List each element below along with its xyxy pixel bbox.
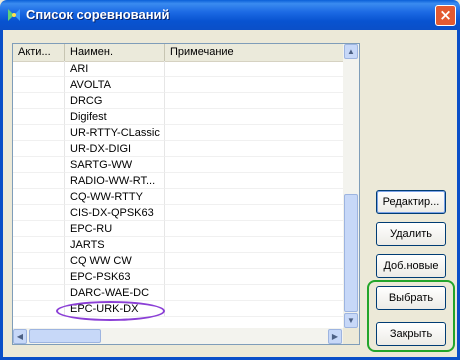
cell-name: CQ-WW-RTTY (65, 189, 165, 205)
cell-name: EPC-RU (65, 221, 165, 237)
scroll-corner (343, 328, 359, 344)
list-item[interactable]: ARI (13, 61, 344, 77)
close-window-button[interactable]: × (435, 5, 456, 26)
cell-active (13, 189, 65, 205)
cell-active (13, 221, 65, 237)
cell-name: Digifest (65, 109, 165, 125)
scroll-right-button[interactable]: ▶ (328, 329, 342, 344)
cell-active (13, 253, 65, 269)
cell-name: RADIO-WW-RT... (65, 173, 165, 189)
list-item[interactable]: SARTG-WW (13, 157, 344, 173)
cell-name: DARC-WAE-DC (65, 285, 165, 301)
cell-note (165, 237, 344, 253)
cell-name: JARTS (65, 237, 165, 253)
cell-active (13, 285, 65, 301)
competition-list[interactable]: Акти... Наимен. Примечание ARI AVOLTA DRCG… (12, 43, 360, 345)
cell-note (165, 301, 344, 317)
cell-active (13, 269, 65, 285)
cell-name: UR-RTTY-CLassic (65, 125, 165, 141)
highlight-ellipse (56, 301, 165, 321)
list-item[interactable]: EPC-PSK63 (13, 269, 344, 285)
scroll-down-button[interactable]: ▼ (344, 313, 358, 328)
column-header-active[interactable]: Акти... (13, 44, 65, 61)
list-item[interactable]: UR-DX-DIGI (13, 141, 344, 157)
cell-note (165, 61, 344, 77)
list-item[interactable]: AVOLTA (13, 77, 344, 93)
horizontal-scroll-thumb[interactable] (29, 329, 101, 343)
cell-note (165, 221, 344, 237)
cell-note (165, 157, 344, 173)
list-item[interactable]: CQ-WW-RTTY (13, 189, 344, 205)
horizontal-scrollbar[interactable]: ◀ ▶ (13, 328, 344, 344)
cell-name: ARI (65, 61, 165, 77)
vertical-scroll-thumb[interactable] (344, 194, 358, 312)
list-item[interactable]: Digifest (13, 109, 344, 125)
cell-active (13, 109, 65, 125)
cell-active (13, 157, 65, 173)
cell-note (165, 109, 344, 125)
cell-note (165, 269, 344, 285)
column-header-name[interactable]: Наимен. (65, 44, 165, 61)
cell-active (13, 173, 65, 189)
cell-name: AVOLTA (65, 77, 165, 93)
app-icon (8, 9, 20, 21)
cell-note (165, 173, 344, 189)
cell-note (165, 253, 344, 269)
cell-note (165, 205, 344, 221)
cell-active (13, 77, 65, 93)
cell-name: EPC-PSK63 (65, 269, 165, 285)
cell-active (13, 205, 65, 221)
cell-active (13, 93, 65, 109)
cell-name: DRCG (65, 93, 165, 109)
window-title: Список соревнований (26, 7, 170, 22)
edit-button[interactable]: Редактир... (376, 190, 446, 214)
list-item[interactable]: UR-RTTY-CLassic (13, 125, 344, 141)
list-item[interactable]: JARTS (13, 237, 344, 253)
list-item[interactable]: CIS-DX-QPSK63 (13, 205, 344, 221)
cell-active (13, 61, 65, 77)
cell-name: CIS-DX-QPSK63 (65, 205, 165, 221)
cell-note (165, 77, 344, 93)
cell-note (165, 285, 344, 301)
cell-note (165, 189, 344, 205)
highlight-rectangle (367, 280, 455, 352)
cell-name: SARTG-WW (65, 157, 165, 173)
vertical-scrollbar[interactable]: ▲ ▼ (343, 44, 359, 329)
cell-note (165, 125, 344, 141)
cell-note (165, 93, 344, 109)
list-item[interactable]: DARC-WAE-DC (13, 285, 344, 301)
scroll-left-button[interactable]: ◀ (13, 329, 27, 344)
list-item[interactable]: EPC-RU (13, 221, 344, 237)
list-item[interactable]: DRCG (13, 93, 344, 109)
title-bar: Список соревнований × (0, 0, 460, 30)
cell-active (13, 141, 65, 157)
cell-active (13, 125, 65, 141)
cell-name: CQ WW CW (65, 253, 165, 269)
cell-name: UR-DX-DIGI (65, 141, 165, 157)
delete-button[interactable]: Удалить (376, 222, 446, 246)
list-header: Акти... Наимен. Примечание (13, 44, 344, 62)
column-header-note[interactable]: Примечание (165, 44, 344, 61)
list-item[interactable]: CQ WW CW (13, 253, 344, 269)
cell-note (165, 141, 344, 157)
list-item[interactable]: RADIO-WW-RT... (13, 173, 344, 189)
add-new-button[interactable]: Доб.новые (376, 254, 446, 278)
cell-active (13, 237, 65, 253)
list-rows: ARI AVOLTA DRCG Digifest UR-RTTY-CLassic UR-D… (13, 61, 344, 317)
scroll-up-button[interactable]: ▲ (344, 44, 358, 59)
